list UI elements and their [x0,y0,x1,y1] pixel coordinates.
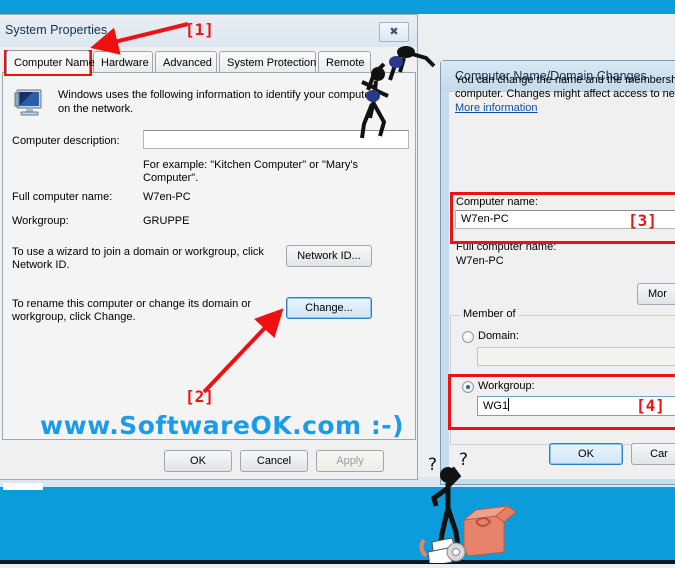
watermark-text: www.SoftwareOK.com :-) [40,411,405,440]
desktop-white-tab [3,483,43,490]
intro-text-line2: on the network. [58,103,134,115]
tab-strip: Computer Name Hardware Advanced System P… [2,50,416,74]
climbing-stick-figures-art [360,46,436,139]
annotation-marker-4: [4] [636,396,665,415]
computer-description-label: Computer description: [12,135,120,147]
domain-input[interactable] [477,347,675,366]
domain-radio-button[interactable] [462,331,474,343]
dialog-cancel-button[interactable]: Car [631,443,675,465]
system-properties-apply-button[interactable]: Apply [316,450,384,472]
annotation-marker-3: [3] [628,211,657,230]
tab-computer-name[interactable]: Computer Name [6,50,95,74]
tab-label: Hardware [101,56,149,69]
tab-label: Remote [326,56,365,69]
domain-label: Domain: [478,330,519,342]
workgroup-label: Workgroup: [12,215,69,227]
wizard-text-line1: To use a wizard to join a domain or work… [12,246,264,258]
full-computer-name-label: Full computer name: [12,191,113,203]
intro-text-line1: Windows uses the following information t… [58,89,375,101]
rename-text-line2: workgroup, click Change. [12,311,136,323]
annotation-marker-2: [2] [185,387,214,406]
thinking-stick-figure-with-box-art: ? ? [419,450,517,563]
desktop-bottom-band [0,487,675,562]
system-properties-ok-button[interactable]: OK [164,450,232,472]
network-id-button[interactable]: Network ID... [286,245,372,267]
svg-text:?: ? [428,455,437,475]
example-text-line1: For example: "Kitchen Computer" or "Mary… [143,159,358,171]
more-button[interactable]: Mor [637,283,675,305]
dialog-full-computer-name-value: W7en-PC [456,255,504,267]
annotation-marker-1: [1] [185,20,214,39]
svg-text:?: ? [459,450,468,470]
annotation-arrow-1 [90,22,189,55]
example-text-line2: Computer". [143,172,199,184]
tab-label: Advanced [163,56,212,69]
computer-monitor-icon [14,88,48,118]
tab-label: System Protection [227,56,317,69]
workgroup-value: GRUPPE [143,215,190,227]
wizard-text-line2: Network ID. [12,259,70,271]
member-of-legend: Member of [460,308,519,320]
annotation-arrow-2 [202,308,284,394]
tab-system-protection[interactable]: System Protection [219,51,316,73]
desktop-top-band [0,0,675,14]
system-properties-cancel-button[interactable]: Cancel [240,450,308,472]
dialog-description-line2: computer. Changes might affect access to… [455,88,675,100]
full-computer-name-value: W7en-PC [143,191,191,203]
more-information-link[interactable]: More information [455,102,538,114]
tab-label: Computer Name [14,56,95,69]
desktop-bottom-shadow [0,560,675,564]
dialog-description-line1: You can change the name and the membersh… [455,74,675,86]
